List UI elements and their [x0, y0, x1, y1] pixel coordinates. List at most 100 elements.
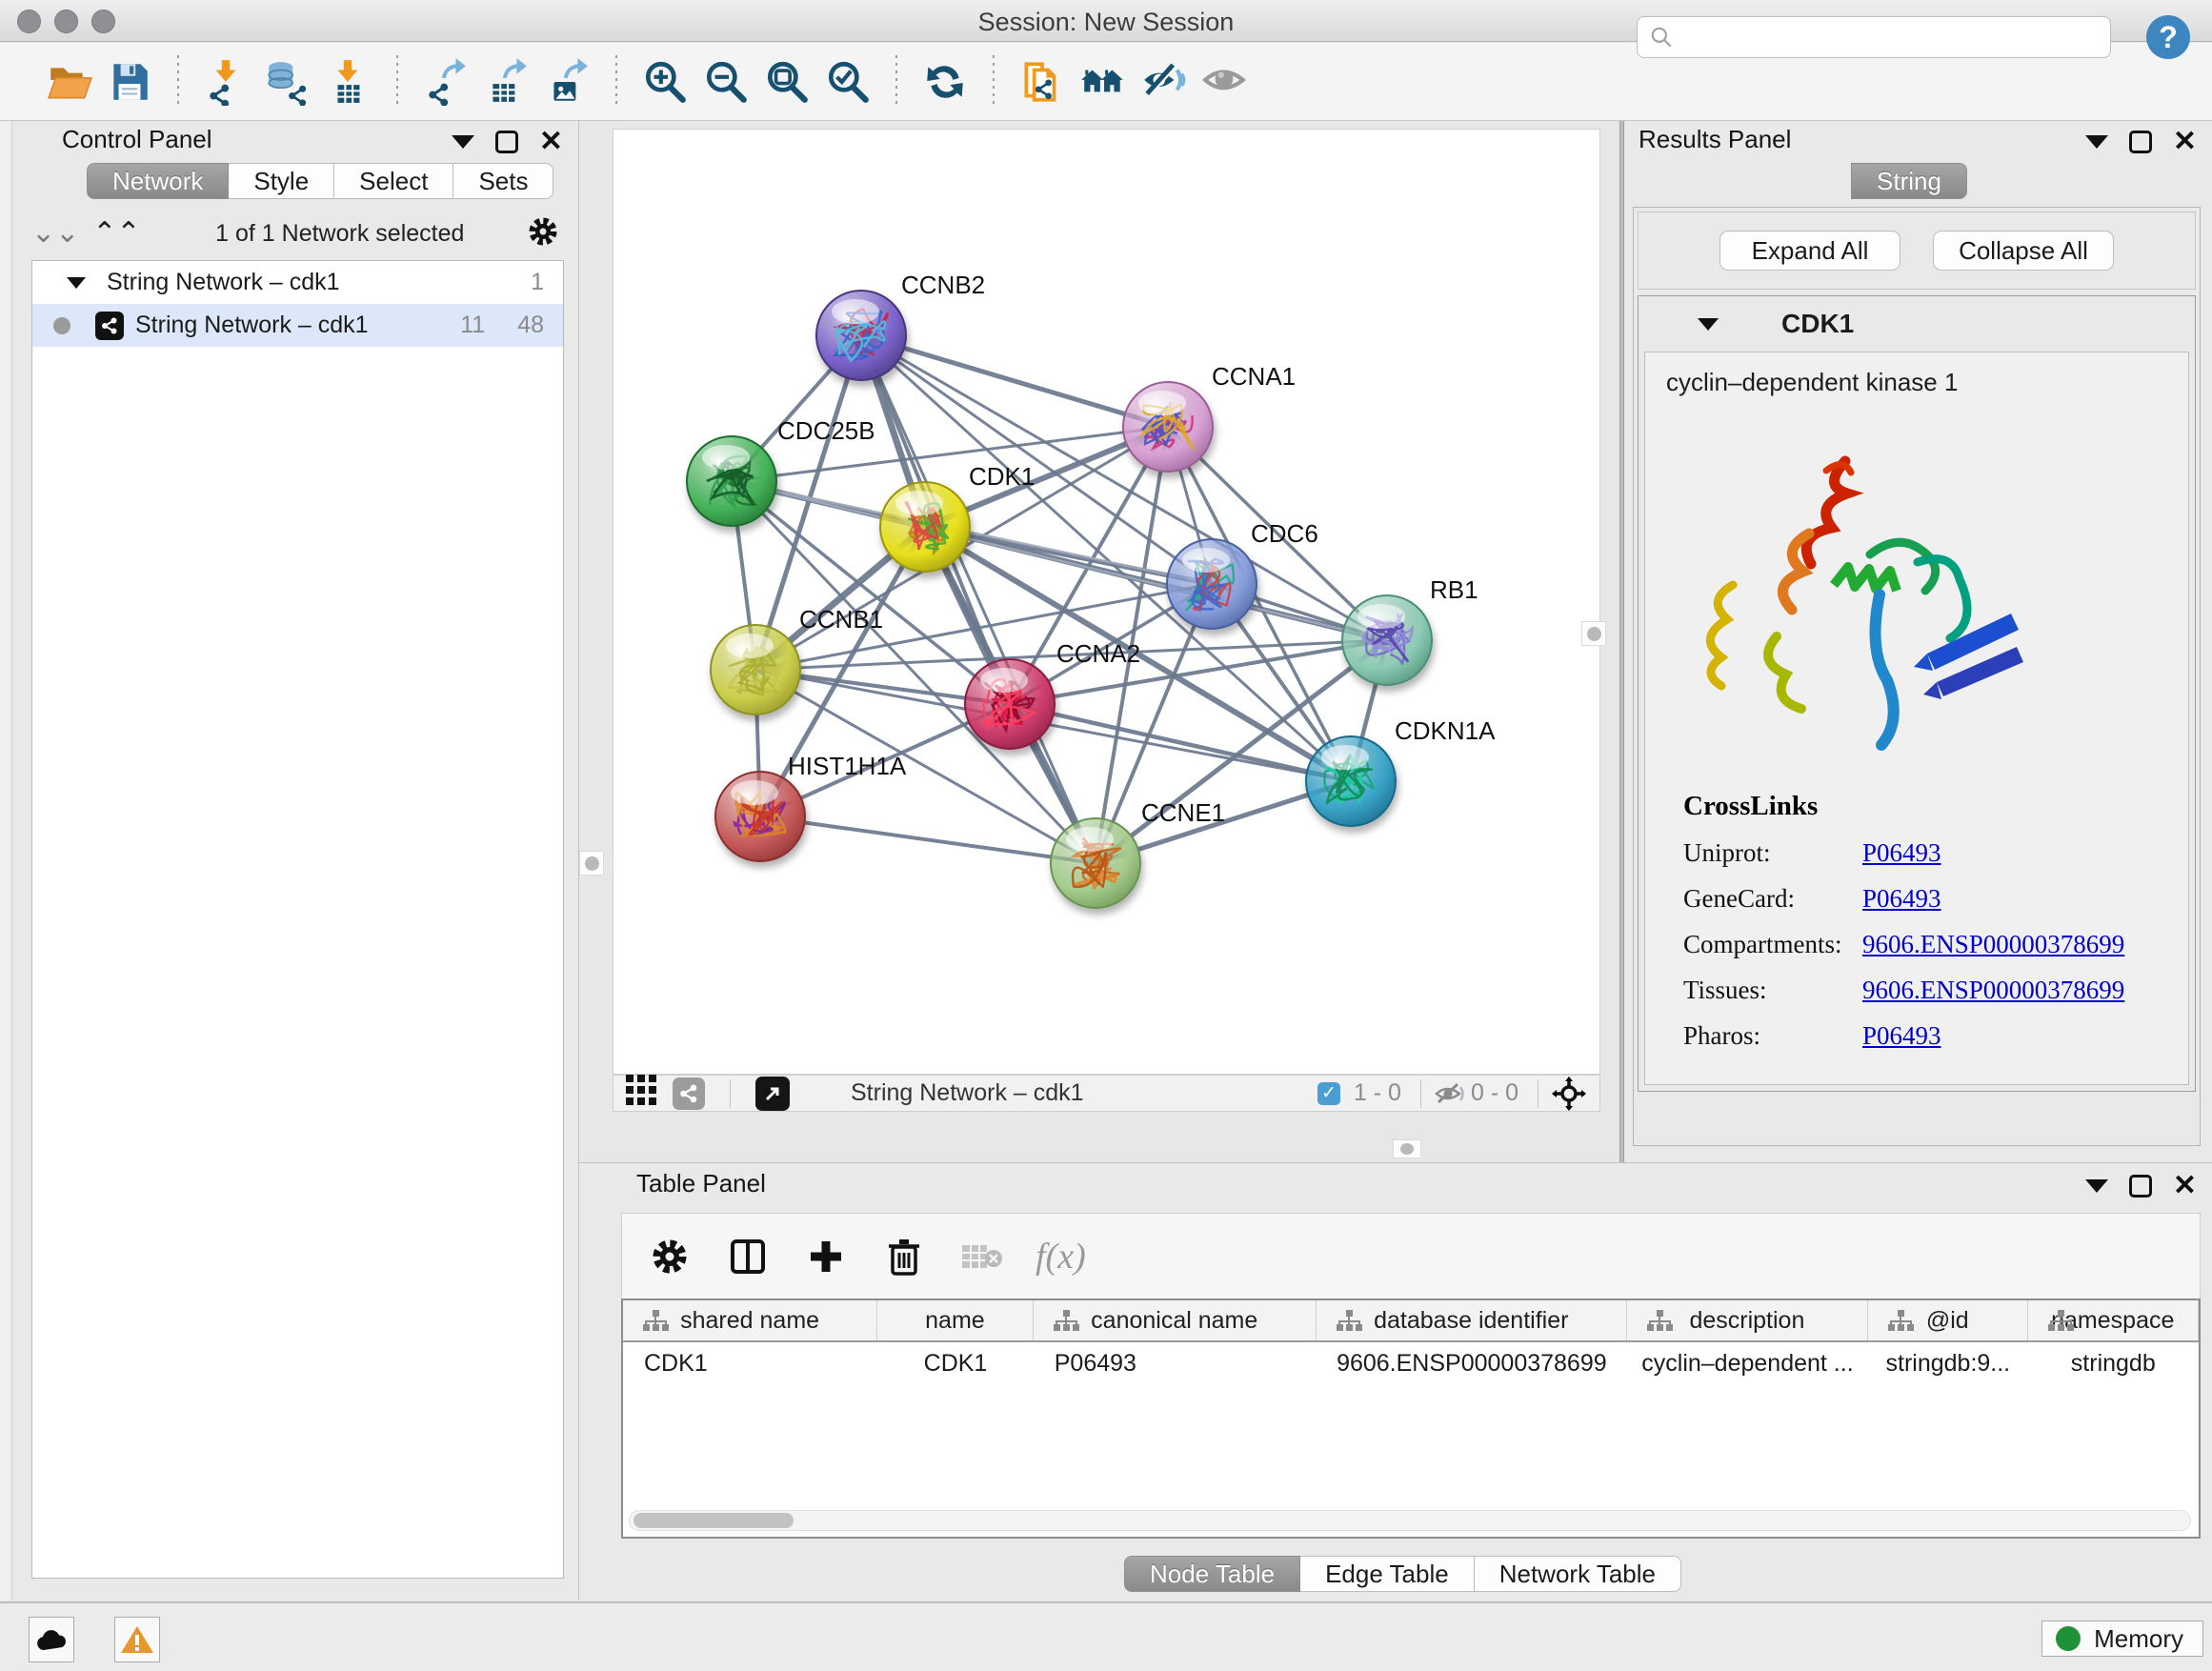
export-table-button[interactable] [476, 54, 537, 110]
network-node-CCNB1[interactable]: CCNB1 [711, 605, 883, 715]
panel-menu-icon[interactable] [2085, 1179, 2108, 1193]
network-node-CCNA1[interactable]: CCNA1 [1123, 362, 1296, 472]
table-hscrollbar[interactable] [629, 1510, 2191, 1531]
zoom-in-button[interactable] [634, 54, 695, 110]
column-header-description[interactable]: description [1627, 1300, 1868, 1340]
tab-select[interactable]: Select [334, 163, 453, 199]
birds-eye-grid-icon[interactable] [625, 1074, 657, 1113]
open-in-window-icon[interactable] [755, 1077, 790, 1111]
panel-close-icon[interactable]: ✕ [2173, 1175, 2197, 1198]
column-header--id[interactable]: @id [1868, 1300, 2028, 1340]
crosslink-value-link[interactable]: 9606.ENSP00000378699 [1862, 930, 2124, 959]
tab-sets[interactable]: Sets [453, 163, 553, 199]
zoom-fit-button[interactable] [756, 54, 817, 110]
column-header-database-identifier[interactable]: database identifier [1317, 1300, 1627, 1340]
node-label: RB1 [1430, 575, 1478, 604]
network-collection-row[interactable]: String Network – cdk1 1 [32, 261, 563, 304]
panel-menu-icon[interactable] [452, 135, 474, 149]
network-edge[interactable] [861, 335, 1168, 427]
open-session-button[interactable] [38, 54, 99, 110]
tab-edge-table[interactable]: Edge Table [1300, 1556, 1475, 1592]
crosslink-value-link[interactable]: P06493 [1862, 884, 1941, 914]
tab-string[interactable]: String [1851, 163, 1967, 199]
add-column-icon[interactable] [801, 1232, 851, 1281]
left-splitter-handle[interactable] [579, 851, 604, 876]
delete-column-trash-icon[interactable] [879, 1232, 929, 1281]
toolbar-separator [895, 55, 897, 109]
panel-close-icon[interactable]: ✕ [2173, 131, 2197, 153]
network-node-CDK1[interactable]: CDK1 [880, 462, 1035, 572]
help-icon[interactable]: ? [2146, 15, 2190, 59]
network-node-CCNE1[interactable]: CCNE1 [1051, 798, 1225, 908]
column-header-namespace[interactable]: namespace [2028, 1300, 2199, 1340]
panel-close-icon[interactable]: ✕ [539, 131, 563, 153]
network-tree: String Network – cdk1 1 String Network –… [31, 260, 564, 1579]
column-header-canonical-name[interactable]: canonical name [1034, 1300, 1317, 1340]
warning-button[interactable] [114, 1617, 160, 1662]
network-edge[interactable] [1010, 704, 1351, 781]
expand-all-chevron-icon[interactable]: ⌃⌃ [92, 219, 140, 248]
export-network-button[interactable] [415, 54, 476, 110]
crosslinks-title: CrossLinks [1683, 791, 2124, 822]
import-table-button[interactable] [318, 54, 379, 110]
panel-float-icon[interactable] [2129, 131, 2152, 153]
search-input[interactable] [1674, 19, 2110, 55]
scrollbar-thumb[interactable] [633, 1513, 794, 1528]
collapse-all-button[interactable]: Collapse All [1933, 231, 2114, 271]
tab-node-table[interactable]: Node Table [1124, 1556, 1300, 1592]
network-node-HIST1H1A[interactable]: HIST1H1A [715, 752, 907, 861]
network-row-selected[interactable]: String Network – cdk1 11 48 [32, 304, 563, 347]
hide-selected-eye-slash-button[interactable] [1134, 54, 1195, 110]
network-options-gear-icon[interactable] [526, 214, 560, 253]
crosslink-value-link[interactable]: P06493 [1862, 1021, 1941, 1051]
bottom-splitter-handle[interactable] [1393, 1139, 1421, 1158]
tab-network[interactable]: Network [87, 163, 229, 199]
export-image-button[interactable] [537, 54, 598, 110]
panel-menu-icon[interactable] [2085, 135, 2108, 149]
selected-checkbox-icon[interactable]: ✓ [1317, 1082, 1340, 1105]
pan-crosshair-icon[interactable] [1552, 1077, 1586, 1111]
crosslink-value-link[interactable]: 9606.ENSP00000378699 [1862, 976, 2124, 1005]
panel-float-icon[interactable] [2129, 1175, 2152, 1198]
table-options-gear-icon[interactable] [645, 1232, 694, 1281]
network-canvas[interactable]: CCNB2 CCNA1 CDC25B CDK1 CDC6 RB1 CCNB1 C… [613, 129, 1600, 1075]
collection-expand-icon[interactable] [67, 277, 86, 289]
apply-layout-refresh-button[interactable] [915, 54, 975, 110]
network-node-CDKN1A[interactable]: CDKN1A [1306, 716, 1496, 826]
collapse-all-chevron-icon[interactable]: ⌄⌄ [31, 219, 79, 248]
zoom-out-button[interactable] [695, 54, 756, 110]
crosslink-value-link[interactable]: P06493 [1862, 838, 1941, 868]
gene-section-header[interactable]: CDK1 [1639, 296, 2195, 352]
network-node-RB1[interactable]: RB1 [1342, 575, 1478, 685]
crosslink-row: Pharos:P06493 [1683, 1021, 2124, 1051]
table-row[interactable]: CDK1CDK1P064939606.ENSP00000378699cyclin… [623, 1342, 2199, 1384]
network-edge[interactable] [861, 335, 1096, 863]
column-header-name[interactable]: name [877, 1300, 1034, 1340]
gene-collapse-icon[interactable] [1698, 318, 1719, 331]
first-neighbors-homes-button[interactable] [1073, 54, 1134, 110]
expand-all-button[interactable]: Expand All [1719, 231, 1900, 271]
memory-button[interactable]: Memory [2041, 1621, 2203, 1657]
cloud-button[interactable] [29, 1617, 74, 1662]
hidden-counter: 0 - 0 [1471, 1079, 1518, 1107]
import-network-database-button[interactable] [257, 54, 318, 110]
network-share-icon[interactable] [673, 1077, 705, 1110]
cloud-icon [34, 1627, 69, 1652]
tab-style[interactable]: Style [229, 163, 334, 199]
zoom-selected-button[interactable] [817, 54, 878, 110]
network-edges [732, 335, 1387, 863]
search-box[interactable] [1637, 16, 2111, 58]
right-splitter-handle[interactable] [1581, 621, 1606, 646]
panel-float-icon[interactable] [495, 131, 518, 153]
tab-network-table[interactable]: Network Table [1475, 1556, 1681, 1592]
save-session-button[interactable] [99, 54, 160, 110]
import-network-button[interactable] [196, 54, 257, 110]
vertical-splitter[interactable] [1619, 121, 1624, 1162]
copy-share-document-button[interactable] [1012, 54, 1073, 110]
network-view-toolbar: String Network – cdk1 ✓ 1 - 0 0 - 0 [613, 1075, 1600, 1112]
show-all-eye-button[interactable] [1195, 54, 1256, 110]
column-header-shared-name[interactable]: shared name [623, 1300, 877, 1340]
crosslink-label: Tissues: [1683, 976, 1862, 1005]
network-edge[interactable] [760, 816, 1096, 863]
show-columns-icon[interactable] [723, 1232, 773, 1281]
